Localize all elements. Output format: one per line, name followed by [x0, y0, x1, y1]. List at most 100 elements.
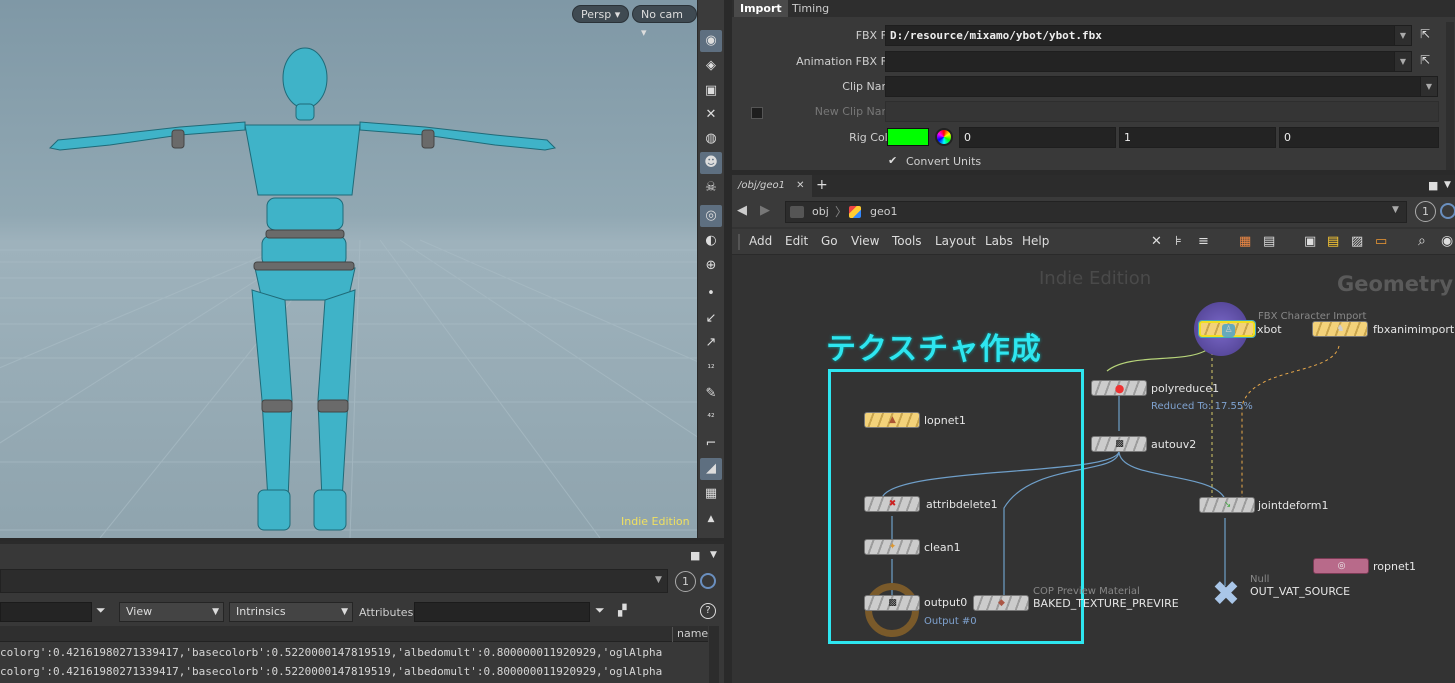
skeleton-icon[interactable]: ☠: [700, 177, 722, 199]
pin-pane-icon[interactable]: [1440, 203, 1455, 219]
reset-icon[interactable]: ▞: [618, 604, 626, 617]
grid-icon[interactable]: ◢: [700, 458, 722, 480]
node-attribdelete1[interactable]: ✖: [864, 496, 920, 512]
measure-icon[interactable]: ⁴²: [700, 407, 722, 429]
path-field[interactable]: [0, 569, 668, 593]
select-icon[interactable]: ◈: [700, 55, 722, 77]
pane-dropdown-icon[interactable]: ▼: [710, 550, 717, 560]
network-box-icon[interactable]: ▣: [1304, 234, 1316, 249]
node-output0[interactable]: ▩: [864, 595, 920, 611]
node-baked-texture[interactable]: ◆: [973, 595, 1029, 611]
dot-network-icon[interactable]: ▭: [1375, 234, 1387, 249]
snap-icon[interactable]: ⊕: [700, 255, 722, 277]
menu-labs[interactable]: Labs: [985, 234, 1013, 248]
path-dropdown-icon[interactable]: ▼: [655, 575, 662, 585]
ghost-icon[interactable]: ◍: [700, 128, 722, 150]
forward-arrow-icon[interactable]: ▶: [760, 203, 770, 218]
menu-add[interactable]: Add: [749, 234, 772, 248]
version-badge[interactable]: 1: [675, 571, 696, 592]
node-clean1[interactable]: ✦: [864, 539, 920, 555]
close-icon[interactable]: ✕: [796, 180, 804, 191]
checker-icon[interactable]: ▦: [700, 483, 722, 505]
tab-obj-geo1[interactable]: /obj/geo1 ✕: [732, 175, 812, 197]
camera-icon[interactable]: ◎: [700, 205, 722, 227]
pin-icon[interactable]: ↗: [700, 332, 722, 354]
rig-color-swatch[interactable]: [887, 128, 929, 146]
list-icon[interactable]: ≡: [1198, 234, 1209, 249]
attributes-field[interactable]: [414, 602, 590, 622]
path-dropdown-icon[interactable]: ▼: [1392, 205, 1399, 215]
pane-dropdown-icon[interactable]: ▼: [1444, 180, 1451, 190]
dot-icon[interactable]: •: [700, 283, 722, 305]
fbx-file-dropdown[interactable]: ▼: [1394, 25, 1412, 46]
fbx-file-field[interactable]: D:/resource/mixamo/ybot/ybot.fbx: [885, 25, 1395, 46]
node-polyreduce1[interactable]: ●: [1091, 380, 1147, 396]
file-chooser-icon[interactable]: ⇱: [1420, 27, 1430, 41]
horizontal-splitter[interactable]: [731, 170, 1455, 175]
node-jointdeform1[interactable]: ↘: [1199, 497, 1255, 513]
pose-icon[interactable]: ✕: [700, 104, 722, 126]
clip-name-field[interactable]: [885, 76, 1421, 97]
menu-tools[interactable]: Tools: [892, 234, 922, 248]
menu-layout[interactable]: Layout: [935, 234, 976, 248]
null-icon[interactable]: ✖: [1208, 576, 1244, 612]
rig-color-r[interactable]: 0: [959, 127, 1116, 148]
sticky-note-icon[interactable]: ▤: [1327, 234, 1339, 249]
back-arrow-icon[interactable]: ◀: [737, 203, 747, 218]
menu-view[interactable]: View: [851, 234, 879, 248]
collapse-icon[interactable]: ▲: [700, 508, 722, 530]
skull-icon[interactable]: ☻: [700, 152, 722, 174]
filter-field[interactable]: [0, 602, 92, 622]
pane-menu-icon[interactable]: ■: [1428, 179, 1438, 192]
light-icon[interactable]: ◐: [700, 230, 722, 252]
rig-color-g[interactable]: 1: [1119, 127, 1276, 148]
pin-pane-icon[interactable]: [700, 573, 716, 589]
attributes-filter-icon[interactable]: ⏷: [595, 603, 605, 618]
path-obj[interactable]: obj: [812, 205, 829, 218]
network-canvas[interactable]: Indie Edition Geometry テクスチャ作成 ♙ FBX Cha…: [732, 256, 1455, 683]
column-header-name[interactable]: name: [672, 627, 708, 642]
anim-fbx-field[interactable]: [885, 51, 1395, 72]
camera-menu-button[interactable]: No cam ▾: [632, 5, 697, 39]
number-icon[interactable]: ¹²: [700, 358, 722, 380]
eye-icon[interactable]: ◉: [700, 30, 722, 52]
node-ropnet1[interactable]: ◎: [1313, 558, 1369, 574]
menu-edit[interactable]: Edit: [785, 234, 808, 248]
add-tab-icon[interactable]: +: [816, 177, 828, 193]
node-fbxanimimport1[interactable]: ♞: [1312, 321, 1368, 337]
param-scrollbar[interactable]: [1446, 22, 1454, 170]
rig-color-b[interactable]: 0: [1279, 127, 1439, 148]
tree-icon[interactable]: ⊧: [1175, 234, 1182, 249]
menu-help[interactable]: Help: [1022, 234, 1049, 248]
intrinsics-dropdown[interactable]: Intrinsics ▼: [229, 602, 353, 622]
vertical-splitter[interactable]: [724, 0, 731, 683]
path-geo1[interactable]: geo1: [870, 205, 897, 218]
menu-go[interactable]: Go: [821, 234, 838, 248]
color-wheel-icon[interactable]: [935, 128, 953, 146]
version-badge[interactable]: 1: [1415, 201, 1436, 222]
brush-icon[interactable]: ↙: [700, 308, 722, 330]
viewport-splitter[interactable]: [0, 538, 724, 541]
search-icon[interactable]: ⌕: [1418, 233, 1426, 249]
wrench-icon[interactable]: ✕: [1151, 234, 1162, 249]
clip-name-dropdown[interactable]: ▼: [1420, 76, 1438, 97]
anim-fbx-dropdown[interactable]: ▼: [1394, 51, 1412, 72]
pane-menu-icon[interactable]: ■: [690, 549, 700, 562]
tab-import[interactable]: Import: [734, 0, 788, 17]
view-dropdown[interactable]: View ▼: [119, 602, 224, 622]
corner-icon[interactable]: ⌐: [700, 433, 722, 455]
pencil-icon[interactable]: ✎: [700, 383, 722, 405]
palette-icon[interactable]: ▦: [1239, 234, 1251, 249]
filter-icon[interactable]: ⏷: [96, 603, 106, 618]
persp-menu-button[interactable]: Persp ▾: [572, 5, 630, 23]
node-xbot[interactable]: ♙: [1199, 321, 1255, 337]
grid-view-icon[interactable]: ▤: [1263, 234, 1275, 249]
node-autouv2[interactable]: ▩: [1091, 436, 1147, 452]
image-icon[interactable]: ▨: [1351, 234, 1363, 249]
node-lopnet1[interactable]: ▲: [864, 412, 920, 428]
anim-file-chooser-icon[interactable]: ⇱: [1420, 53, 1430, 67]
scene-viewport[interactable]: Persp ▾ No cam ▾ Indie Edition: [0, 0, 697, 538]
new-clip-checkbox[interactable]: [751, 107, 763, 119]
convert-units-check[interactable]: ✔: [888, 154, 897, 167]
tab-timing[interactable]: Timing: [786, 0, 835, 17]
